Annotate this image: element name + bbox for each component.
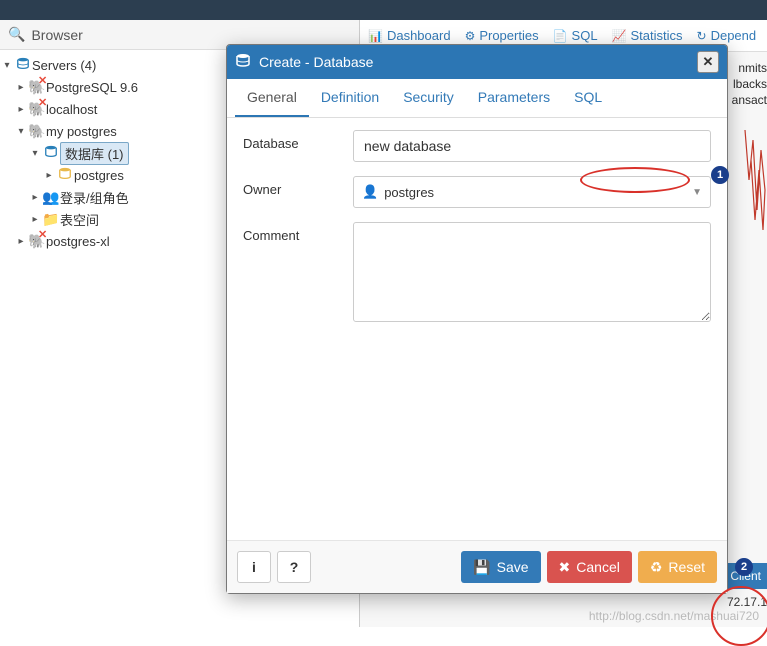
expand-icon[interactable]: ▸	[14, 236, 28, 247]
database-icon	[235, 53, 251, 72]
tab-parameters[interactable]: Parameters	[466, 79, 562, 117]
modal-titlebar[interactable]: Create - Database ✕	[227, 45, 727, 79]
owner-value: postgres	[384, 185, 692, 200]
modal-title: Create - Database	[259, 54, 697, 70]
dependencies-icon: ↻	[697, 29, 707, 43]
modal-tabs: General Definition Security Parameters S…	[227, 79, 727, 118]
create-database-modal: Create - Database ✕ General Definition S…	[226, 44, 728, 594]
save-icon: 💾	[473, 559, 490, 576]
cancel-icon: ✖	[559, 559, 571, 576]
x-overlay-icon: ✕	[38, 96, 47, 113]
help-button[interactable]: ?	[277, 551, 311, 583]
browser-icon: 🔍	[8, 26, 25, 43]
toggle-icon[interactable]: ▾	[0, 60, 14, 71]
expand-icon[interactable]: ▸	[42, 170, 56, 181]
cancel-label: Cancel	[576, 559, 620, 575]
properties-icon: ⚙	[465, 29, 476, 43]
expand-icon[interactable]: ▸	[14, 104, 28, 115]
modal-body: Database Owner 👤 postgres ▼ Comment	[227, 118, 727, 540]
app-topbar	[0, 0, 767, 20]
reset-label: Reset	[668, 559, 705, 575]
close-button[interactable]: ✕	[697, 51, 719, 73]
client-button[interactable]: Client	[724, 563, 767, 589]
tab-dependencies[interactable]: ↻ Depend	[697, 28, 757, 43]
database-group-icon	[42, 145, 60, 162]
tab-general[interactable]: General	[235, 79, 309, 117]
elephant-icon: 🐘	[28, 123, 46, 140]
cancel-button[interactable]: ✖ Cancel	[547, 551, 632, 583]
info-button[interactable]: i	[237, 551, 271, 583]
watermark: http://blog.csdn.net/mashuai720	[589, 609, 759, 623]
chart-fragment	[743, 120, 767, 240]
sql-icon: 📄	[553, 29, 568, 43]
toggle-icon[interactable]: ▾	[28, 148, 42, 159]
modal-footer: i ? 💾 Save ✖ Cancel ♻ Reset	[227, 540, 727, 593]
tab-properties[interactable]: ⚙Properties	[465, 28, 539, 43]
dashboard-icon: 📊	[368, 29, 383, 43]
tab-security[interactable]: Security	[391, 79, 466, 117]
close-icon: ✕	[703, 54, 714, 70]
save-button[interactable]: 💾 Save	[461, 551, 540, 583]
roles-icon: 👥	[42, 189, 60, 206]
chevron-down-icon: ▼	[692, 187, 702, 198]
tab-label: SQL	[572, 28, 598, 43]
database-icon	[14, 57, 32, 74]
label-owner: Owner	[243, 176, 353, 197]
ip-fragment: 72.17.1	[727, 595, 767, 609]
tab-dashboard[interactable]: 📊 Dashboard	[368, 28, 451, 43]
browser-title: Browser	[31, 27, 82, 43]
statistics-icon: 📈	[612, 29, 627, 43]
tab-sql[interactable]: 📄 SQL	[553, 28, 598, 43]
toggle-icon[interactable]: ▾	[14, 126, 28, 137]
label-comment: Comment	[243, 222, 353, 243]
comment-textarea[interactable]	[353, 222, 711, 322]
tab-sql-modal[interactable]: SQL	[562, 79, 614, 117]
owner-select[interactable]: 👤 postgres ▼	[353, 176, 711, 208]
label-database: Database	[243, 130, 353, 151]
database-icon	[56, 167, 74, 184]
tab-label: Statistics	[631, 28, 683, 43]
user-icon: 👤	[362, 184, 378, 200]
x-overlay-icon: ✕	[38, 74, 47, 91]
reset-button[interactable]: ♻ Reset	[638, 551, 717, 583]
expand-icon[interactable]: ▸	[14, 82, 28, 93]
save-label: Save	[497, 559, 529, 575]
tab-label: Depend	[711, 28, 757, 43]
database-name-input[interactable]	[353, 130, 711, 162]
folder-icon: 📁	[42, 211, 60, 228]
x-overlay-icon: ✕	[38, 228, 47, 245]
legend-fragment: nmits lbacks ansact	[732, 60, 767, 108]
expand-icon[interactable]: ▸	[28, 214, 42, 225]
reset-icon: ♻	[650, 559, 663, 576]
tab-statistics[interactable]: 📈 Statistics	[612, 28, 683, 43]
expand-icon[interactable]: ▸	[28, 192, 42, 203]
tab-label: Dashboard	[387, 28, 451, 43]
tab-label: Properties	[479, 28, 538, 43]
tab-definition[interactable]: Definition	[309, 79, 391, 117]
